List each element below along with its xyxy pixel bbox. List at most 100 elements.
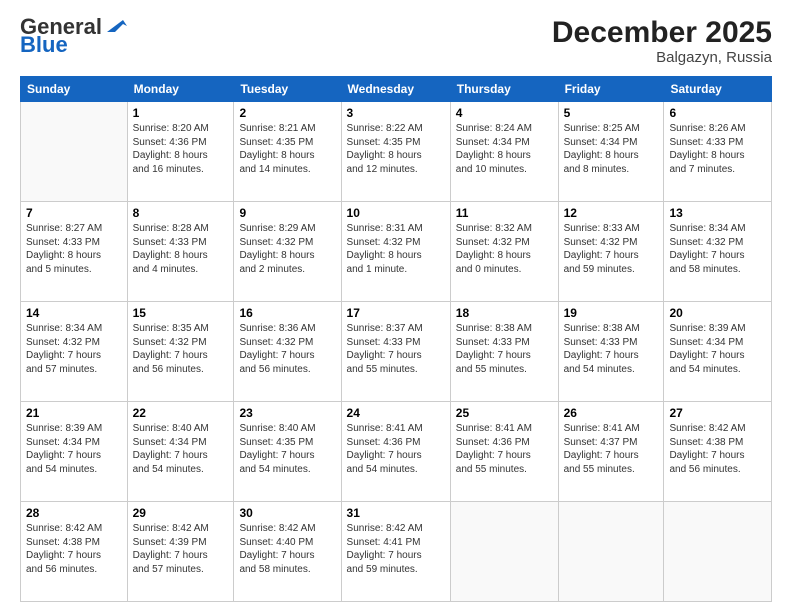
day-number: 20 (669, 306, 766, 320)
day-info: Sunrise: 8:38 AM Sunset: 4:33 PM Dayligh… (564, 322, 659, 376)
table-row: 18 Sunrise: 8:38 AM Sunset: 4:33 PM Dayli… (450, 302, 558, 402)
table-row: 20 Sunrise: 8:39 AM Sunset: 4:34 PM Dayli… (664, 302, 772, 402)
header: General Blue December 2025 Balgazyn, Rus… (20, 16, 772, 66)
table-row: 3 Sunrise: 8:22 AM Sunset: 4:35 PM Daylig… (341, 102, 450, 202)
day-info: Sunrise: 8:34 AM Sunset: 4:32 PM Dayligh… (669, 222, 766, 276)
table-row: 19Sunrise: 8:38 AM Sunset: 4:33 PM Dayli… (558, 302, 664, 402)
day-number: 12 (564, 206, 659, 220)
table-row: 14 Sunrise: 8:34 AM Sunset: 4:32 PM Dayli… (21, 302, 128, 402)
day-info: Sunrise: 8:29 AM Sunset: 4:32 PM Dayligh… (239, 222, 335, 276)
table-row: 6 Sunrise: 8:26 AM Sunset: 4:33 PM Daylig… (664, 102, 772, 202)
table-row: 28 Sunrise: 8:42 AM Sunset: 4:38 PM Dayli… (21, 502, 128, 602)
day-info: Sunrise: 8:37 AM Sunset: 4:33 PM Dayligh… (347, 322, 445, 376)
day-number: 8 (133, 206, 229, 220)
day-number: 24 (347, 406, 445, 420)
day-info: Sunrise: 8:27 AM Sunset: 4:33 PM Dayligh… (26, 222, 122, 276)
logo-blue-text: Blue (20, 34, 68, 56)
table-row: 17Sunrise: 8:37 AM Sunset: 4:33 PM Dayli… (341, 302, 450, 402)
table-row: 7Sunrise: 8:27 AM Sunset: 4:33 PM Daylig… (21, 202, 128, 302)
calendar-week-row: 14 Sunrise: 8:34 AM Sunset: 4:32 PM Dayli… (21, 302, 772, 402)
table-row: 30 Sunrise: 8:42 AM Sunset: 4:40 PM Dayli… (234, 502, 341, 602)
day-info: Sunrise: 8:32 AM Sunset: 4:32 PM Dayligh… (456, 222, 553, 276)
day-info: Sunrise: 8:38 AM Sunset: 4:33 PM Dayligh… (456, 322, 553, 376)
logo: General Blue (20, 16, 127, 56)
table-row: 5 Sunrise: 8:25 AM Sunset: 4:34 PM Daylig… (558, 102, 664, 202)
table-row: 9 Sunrise: 8:29 AM Sunset: 4:32 PM Daylig… (234, 202, 341, 302)
day-info: Sunrise: 8:20 AM Sunset: 4:36 PM Dayligh… (133, 122, 229, 176)
table-row: 13 Sunrise: 8:34 AM Sunset: 4:32 PM Dayli… (664, 202, 772, 302)
day-number: 14 (26, 306, 122, 320)
calendar-table: Sunday Monday Tuesday Wednesday Thursday… (20, 76, 772, 602)
day-number: 21 (26, 406, 122, 420)
table-row: 26 Sunrise: 8:41 AM Sunset: 4:37 PM Dayli… (558, 402, 664, 502)
day-info: Sunrise: 8:33 AM Sunset: 4:32 PM Dayligh… (564, 222, 659, 276)
table-row: 23 Sunrise: 8:40 AM Sunset: 4:35 PM Dayli… (234, 402, 341, 502)
day-number: 29 (133, 506, 229, 520)
day-info: Sunrise: 8:41 AM Sunset: 4:37 PM Dayligh… (564, 422, 659, 476)
month-title: December 2025 (552, 16, 772, 49)
day-number: 13 (669, 206, 766, 220)
calendar-week-row: 1 Sunrise: 8:20 AM Sunset: 4:36 PM Daylig… (21, 102, 772, 202)
day-number: 27 (669, 406, 766, 420)
day-info: Sunrise: 8:25 AM Sunset: 4:34 PM Dayligh… (564, 122, 659, 176)
day-number: 23 (239, 406, 335, 420)
day-info: Sunrise: 8:40 AM Sunset: 4:35 PM Dayligh… (239, 422, 335, 476)
table-row: 12 Sunrise: 8:33 AM Sunset: 4:32 PM Dayli… (558, 202, 664, 302)
table-row (558, 502, 664, 602)
day-info: Sunrise: 8:34 AM Sunset: 4:32 PM Dayligh… (26, 322, 122, 376)
day-number: 30 (239, 506, 335, 520)
day-info: Sunrise: 8:26 AM Sunset: 4:33 PM Dayligh… (669, 122, 766, 176)
day-info: Sunrise: 8:42 AM Sunset: 4:40 PM Dayligh… (239, 522, 335, 576)
day-number: 10 (347, 206, 445, 220)
day-info: Sunrise: 8:42 AM Sunset: 4:38 PM Dayligh… (669, 422, 766, 476)
table-row: 8 Sunrise: 8:28 AM Sunset: 4:33 PM Daylig… (127, 202, 234, 302)
day-info: Sunrise: 8:21 AM Sunset: 4:35 PM Dayligh… (239, 122, 335, 176)
col-thursday: Thursday (450, 77, 558, 102)
day-info: Sunrise: 8:42 AM Sunset: 4:41 PM Dayligh… (347, 522, 445, 576)
day-number: 9 (239, 206, 335, 220)
day-info: Sunrise: 8:39 AM Sunset: 4:34 PM Dayligh… (669, 322, 766, 376)
day-number: 16 (239, 306, 335, 320)
day-info: Sunrise: 8:28 AM Sunset: 4:33 PM Dayligh… (133, 222, 229, 276)
day-number: 3 (347, 106, 445, 120)
table-row: 21 Sunrise: 8:39 AM Sunset: 4:34 PM Dayli… (21, 402, 128, 502)
calendar-header-row: Sunday Monday Tuesday Wednesday Thursday… (21, 77, 772, 102)
col-sunday: Sunday (21, 77, 128, 102)
day-number: 31 (347, 506, 445, 520)
calendar-week-row: 21 Sunrise: 8:39 AM Sunset: 4:34 PM Dayli… (21, 402, 772, 502)
day-number: 22 (133, 406, 229, 420)
table-row: 24 Sunrise: 8:41 AM Sunset: 4:36 PM Dayli… (341, 402, 450, 502)
table-row: 10 Sunrise: 8:31 AM Sunset: 4:32 PM Dayli… (341, 202, 450, 302)
table-row: 11 Sunrise: 8:32 AM Sunset: 4:32 PM Dayli… (450, 202, 558, 302)
page: General Blue December 2025 Balgazyn, Rus… (0, 0, 792, 612)
table-row: 15Sunrise: 8:35 AM Sunset: 4:32 PM Dayli… (127, 302, 234, 402)
table-row: 29 Sunrise: 8:42 AM Sunset: 4:39 PM Dayli… (127, 502, 234, 602)
day-number: 25 (456, 406, 553, 420)
table-row: 2Sunrise: 8:21 AM Sunset: 4:35 PM Daylig… (234, 102, 341, 202)
day-info: Sunrise: 8:24 AM Sunset: 4:34 PM Dayligh… (456, 122, 553, 176)
day-number: 26 (564, 406, 659, 420)
day-number: 28 (26, 506, 122, 520)
calendar-week-row: 7Sunrise: 8:27 AM Sunset: 4:33 PM Daylig… (21, 202, 772, 302)
day-number: 18 (456, 306, 553, 320)
day-info: Sunrise: 8:42 AM Sunset: 4:38 PM Dayligh… (26, 522, 122, 576)
day-info: Sunrise: 8:42 AM Sunset: 4:39 PM Dayligh… (133, 522, 229, 576)
day-info: Sunrise: 8:22 AM Sunset: 4:35 PM Dayligh… (347, 122, 445, 176)
location: Balgazyn, Russia (552, 49, 772, 66)
day-number: 5 (564, 106, 659, 120)
table-row: 4 Sunrise: 8:24 AM Sunset: 4:34 PM Daylig… (450, 102, 558, 202)
day-info: Sunrise: 8:41 AM Sunset: 4:36 PM Dayligh… (347, 422, 445, 476)
table-row (450, 502, 558, 602)
day-number: 11 (456, 206, 553, 220)
table-row: 25Sunrise: 8:41 AM Sunset: 4:36 PM Dayli… (450, 402, 558, 502)
logo-icon (105, 16, 127, 34)
table-row: 22Sunrise: 8:40 AM Sunset: 4:34 PM Dayli… (127, 402, 234, 502)
col-saturday: Saturday (664, 77, 772, 102)
table-row: 31 Sunrise: 8:42 AM Sunset: 4:41 PM Dayli… (341, 502, 450, 602)
day-number: 1 (133, 106, 229, 120)
day-number: 4 (456, 106, 553, 120)
day-number: 6 (669, 106, 766, 120)
col-tuesday: Tuesday (234, 77, 341, 102)
day-info: Sunrise: 8:39 AM Sunset: 4:34 PM Dayligh… (26, 422, 122, 476)
day-info: Sunrise: 8:31 AM Sunset: 4:32 PM Dayligh… (347, 222, 445, 276)
